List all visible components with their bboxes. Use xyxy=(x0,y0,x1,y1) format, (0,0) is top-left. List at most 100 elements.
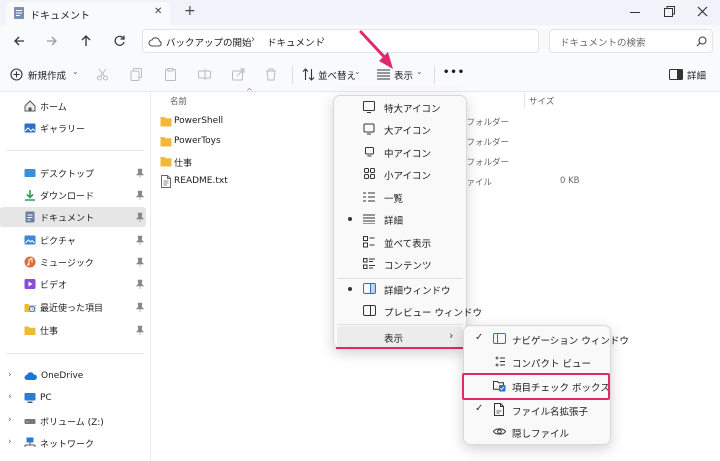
cut-icon[interactable] xyxy=(96,68,109,81)
pin-icon[interactable] xyxy=(136,190,144,200)
up-arrow-icon[interactable] xyxy=(80,34,92,47)
divider xyxy=(434,66,435,84)
pin-icon[interactable] xyxy=(136,302,144,312)
tab-documents[interactable]: ドキュメント ✕ xyxy=(6,2,170,25)
column-divider[interactable] xyxy=(524,92,525,108)
pictures-icon xyxy=(24,235,36,245)
breadcrumb-chevron-icon[interactable]: › xyxy=(321,34,325,45)
chevron-right-icon[interactable]: › xyxy=(8,415,12,425)
restore-icon[interactable] xyxy=(664,6,675,17)
video-icon xyxy=(24,279,36,289)
sidebar-item-label: ミュージック xyxy=(40,258,94,269)
new-tab-button[interactable]: + xyxy=(184,3,196,19)
content-icon xyxy=(363,258,375,269)
sidebar-item-pc[interactable]: › PC xyxy=(0,388,146,408)
pin-icon[interactable] xyxy=(136,235,144,245)
menu-item-details-pane[interactable]: 詳細ウィンドウ xyxy=(337,278,463,300)
submenu-item-label: ナビゲーション ウィンドウ xyxy=(512,336,629,347)
sidebar-item-work[interactable]: 仕事 xyxy=(0,320,146,340)
preview-pane-icon xyxy=(363,305,376,316)
new-button[interactable]: 新規作成 ⌄ xyxy=(8,66,80,84)
menu-item-medium-icons[interactable]: 中アイコン xyxy=(337,141,463,163)
search-placeholder[interactable]: ドキュメントの検索 xyxy=(560,35,646,49)
sidebar-item-network[interactable]: › ネットワーク xyxy=(0,433,146,453)
refresh-icon[interactable] xyxy=(113,34,126,47)
folder-icon xyxy=(160,157,172,167)
submenu-item-label: ファイル名拡張子 xyxy=(512,407,589,418)
address-bar[interactable]: バックアップの開始 › ドキュメント › xyxy=(142,29,539,53)
menu-item-extra-large-icons[interactable]: 特大アイコン xyxy=(337,96,463,118)
divider xyxy=(6,353,144,354)
breadcrumb-documents[interactable]: ドキュメント xyxy=(267,35,324,49)
sidebar-item-videos[interactable]: ビデオ xyxy=(0,274,146,294)
chevron-right-icon[interactable]: › xyxy=(8,437,12,447)
copy-icon[interactable] xyxy=(130,68,143,81)
menu-item-label: 大アイコン xyxy=(384,126,432,137)
chevron-right-icon[interactable]: › xyxy=(8,392,12,402)
submenu-item-navigation-pane[interactable]: ✓ ナビゲーション ウィンドウ xyxy=(466,328,629,350)
sidebar-item-recent[interactable]: 最近使った項目 xyxy=(0,297,146,317)
selected-bullet-icon xyxy=(348,217,352,221)
chevron-down-icon: ⌄ xyxy=(72,67,79,76)
file-name: 仕事 xyxy=(174,159,193,169)
paste-icon[interactable] xyxy=(164,68,177,81)
pin-icon[interactable] xyxy=(136,325,144,335)
details-pane-button[interactable]: 詳細 xyxy=(667,66,715,84)
sidebar-item-gallery[interactable]: ギャラリー xyxy=(0,118,146,138)
menu-item-label: コンテンツ xyxy=(384,261,432,272)
submenu-item-file-extension[interactable]: ✓ ファイル名拡張子 xyxy=(466,399,608,421)
menu-item-large-icons[interactable]: 大アイコン xyxy=(337,118,463,140)
search-icon[interactable] xyxy=(696,36,707,47)
menu-separator xyxy=(337,324,463,325)
pin-icon[interactable] xyxy=(136,168,144,178)
hidden-files-icon xyxy=(493,428,506,435)
submenu-item-hidden-files[interactable]: 隠しファイル xyxy=(466,421,608,443)
sidebar-item-music[interactable]: ミュージック xyxy=(0,252,146,272)
column-header-name[interactable]: 名前 xyxy=(170,95,187,107)
minimize-icon[interactable] xyxy=(630,7,640,17)
pin-icon[interactable] xyxy=(136,279,144,289)
menu-item-details[interactable]: 詳細 xyxy=(337,208,463,230)
details-icon xyxy=(363,214,375,224)
sidebar-item-home[interactable]: ホーム xyxy=(0,96,146,116)
details-pane-icon xyxy=(669,69,683,80)
sort-button-label: 並べ替え xyxy=(318,71,357,82)
column-header-size[interactable]: サイズ xyxy=(529,95,554,107)
menu-item-content[interactable]: コンテンツ xyxy=(337,253,463,275)
file-name: README.txt xyxy=(174,176,228,186)
menu-item-show[interactable]: 表示 › xyxy=(337,326,463,348)
music-icon xyxy=(24,256,36,268)
pin-icon[interactable] xyxy=(136,212,144,222)
sidebar-item-onedrive[interactable]: › OneDrive xyxy=(0,366,146,386)
close-tab-button[interactable]: ✕ xyxy=(154,6,162,17)
menu-item-small-icons[interactable]: 小アイコン xyxy=(337,163,463,185)
pin-icon[interactable] xyxy=(136,257,144,267)
breadcrumb-backup[interactable]: バックアップの開始 xyxy=(166,35,252,49)
sidebar-item-label: ダウンロード xyxy=(40,191,95,202)
sidebar-item-label: ネットワーク xyxy=(40,439,95,450)
menu-item-tiles[interactable]: 並べて表示 xyxy=(337,231,463,253)
share-icon[interactable] xyxy=(232,68,245,81)
more-options-button[interactable]: ••• xyxy=(443,67,465,78)
chevron-right-icon[interactable]: › xyxy=(8,370,12,380)
search-box[interactable]: ドキュメントの検索 xyxy=(549,29,713,53)
rename-icon[interactable] xyxy=(198,68,211,81)
pc-icon xyxy=(24,393,36,403)
sidebar-item-label: ビデオ xyxy=(40,280,68,291)
selected-bullet-icon xyxy=(348,287,352,291)
forward-arrow-icon[interactable] xyxy=(46,35,58,47)
sidebar-item-desktop[interactable]: デスクトップ xyxy=(0,163,146,183)
sort-button[interactable]: 並べ替え ⌄ xyxy=(300,66,362,84)
sidebar-item-downloads[interactable]: ダウンロード xyxy=(0,185,146,205)
menu-item-list[interactable]: 一覧 xyxy=(337,186,463,208)
menu-item-label: 表示 xyxy=(384,334,404,345)
submenu-item-compact-view[interactable]: コンパクト ビュー xyxy=(466,351,608,373)
close-window-icon[interactable] xyxy=(697,6,708,17)
delete-icon[interactable] xyxy=(265,68,277,81)
sidebar-item-volume-z[interactable]: › ボリューム (Z:) xyxy=(0,411,146,431)
back-arrow-icon[interactable] xyxy=(13,35,25,47)
sidebar-item-documents[interactable]: ドキュメント xyxy=(0,207,146,227)
sidebar-item-pictures[interactable]: ピクチャ xyxy=(0,230,146,250)
breadcrumb-chevron-icon[interactable]: › xyxy=(251,34,255,45)
menu-item-preview-pane[interactable]: プレビュー ウィンドウ xyxy=(337,300,482,322)
